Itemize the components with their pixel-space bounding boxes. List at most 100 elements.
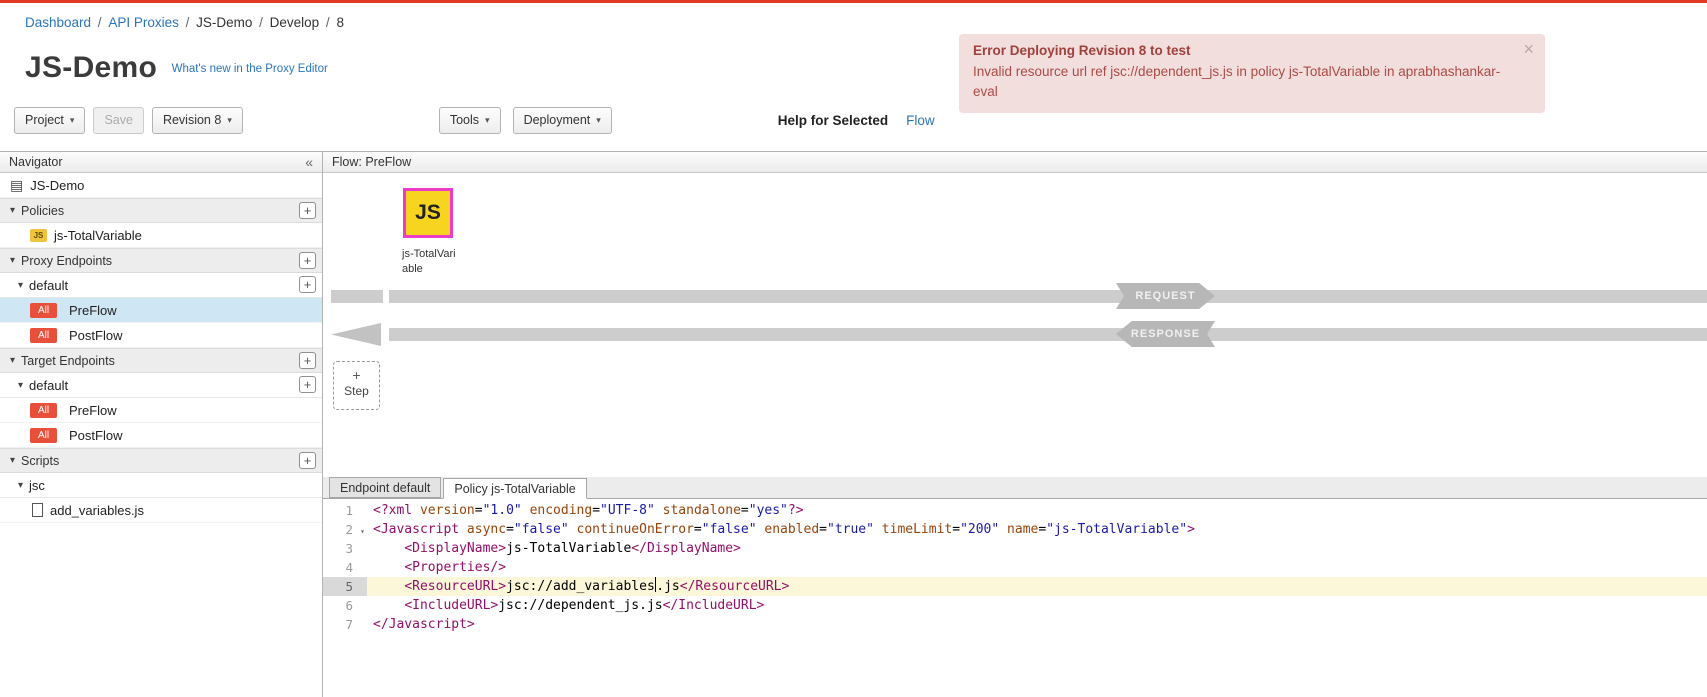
code-token [569, 522, 577, 537]
line-number: 5 [323, 577, 367, 596]
sidebar-item-label: PreFlow [69, 403, 117, 418]
sidebar-item-postflow-6[interactable]: AllPostFlow [0, 323, 322, 348]
breadcrumb-item-dashboard[interactable]: Dashboard [25, 15, 91, 30]
code-token: = [741, 503, 749, 518]
code-line-content: <ResourceURL>jsc://add_variables.js</Res… [367, 577, 1707, 596]
line-number: 7 [323, 615, 367, 634]
deployment-menu-button[interactable]: Deployment ▾ [513, 107, 612, 134]
sidebar-item-label: PostFlow [69, 428, 122, 443]
breadcrumb-item-api-proxies[interactable]: API Proxies [108, 15, 179, 30]
code-token: "UTF-8" [600, 503, 655, 518]
policy-node-js-totalvariable[interactable]: JS [403, 188, 453, 238]
code-token [412, 503, 420, 518]
save-button[interactable]: Save [93, 107, 144, 134]
code-token [373, 579, 404, 594]
sidebar-item-proxy-endpoints-3[interactable]: ▾ Proxy Endpoints + [0, 248, 322, 273]
sidebar-item-label: Proxy Endpoints [21, 254, 112, 268]
sidebar-item-policies-1[interactable]: ▾Policies+ [0, 198, 322, 223]
add-default-button[interactable]: + [299, 376, 316, 393]
code-token: standalone [663, 503, 741, 518]
tab-policy-js-totalvariable[interactable]: Policy js-TotalVariable [443, 478, 586, 499]
flow-header-title: Flow: PreFlow [332, 155, 411, 169]
revision-menu-label: Revision 8 [163, 113, 221, 127]
sidebar-item-label: Policies [21, 204, 64, 218]
code-token: jsc://add_variables [506, 579, 655, 594]
deployment-menu-label: Deployment [524, 113, 591, 127]
code-token [999, 522, 1007, 537]
file-icon [32, 503, 43, 517]
sidebar-item-js-demo-0[interactable]: ▤JS-Demo [0, 173, 322, 198]
code-line-7[interactable]: 7</Javascript> [323, 615, 1707, 634]
code-line-1[interactable]: 1<?xml version="1.0" encoding="UTF-8" st… [323, 501, 1707, 520]
sidebar-item-target-endpoints-7[interactable]: ▾Target Endpoints+ [0, 348, 322, 373]
sidebar-item-default-4[interactable]: ▾default+ [0, 273, 322, 298]
code-line-2[interactable]: 2▾<Javascript async="false" continueOnEr… [323, 520, 1707, 539]
plus-icon: + [334, 369, 379, 382]
add-default-button[interactable]: + [299, 276, 316, 293]
close-icon[interactable]: × [1523, 40, 1534, 58]
project-menu-button[interactable]: Project ▾ [14, 107, 85, 134]
code-token: "200" [960, 522, 999, 537]
code-token: = [1038, 522, 1046, 537]
code-token: </DisplayName> [631, 541, 741, 556]
sidebar-item-preflow-9[interactable]: All PreFlow [0, 398, 322, 423]
code-token: <IncludeURL> [404, 598, 498, 613]
code-token: = [819, 522, 827, 537]
sidebar-item-postflow-10[interactable]: AllPostFlow [0, 423, 322, 448]
response-bar [389, 328, 1707, 341]
all-condition-badge: All [30, 403, 57, 418]
tab-endpoint-default[interactable]: Endpoint default [329, 477, 441, 498]
code-line-4[interactable]: 4 <Properties/> [323, 558, 1707, 577]
sidebar-item-label: jsc [29, 478, 45, 493]
code-token: "false" [702, 522, 757, 537]
breadcrumb-item-8: 8 [336, 15, 344, 30]
disclosure-open-icon: ▾ [10, 455, 15, 466]
policy-node-label: js-TotalVariable [402, 247, 460, 277]
code-token: <ResourceURL> [404, 579, 506, 594]
code-token: "js-TotalVariable" [1046, 522, 1187, 537]
disclosure-open-icon: ▾ [10, 255, 15, 266]
flow-panel: Flow: PreFlow JS js-TotalVariable REQUES… [323, 152, 1707, 697]
code-token: <Properties/> [404, 560, 506, 575]
add-step-button[interactable]: + Step [333, 361, 380, 410]
code-line-6[interactable]: 6 <IncludeURL>jsc://dependent_js.js</Inc… [323, 596, 1707, 615]
caret-down-icon: ▾ [227, 115, 232, 126]
collapse-sidebar-icon[interactable]: « [305, 154, 313, 170]
sidebar-item-add-variables-js-13[interactable]: add_variables.js [0, 498, 322, 523]
code-token: "false" [514, 522, 569, 537]
code-token: ?> [788, 503, 804, 518]
code-token: enabled [764, 522, 819, 537]
response-arrow-icon [331, 323, 381, 346]
sidebar-item-jsc-12[interactable]: ▾jsc [0, 473, 322, 498]
code-token: async [467, 522, 506, 537]
sidebar-item-js-totalvariable-2[interactable]: JSjs-TotalVariable [0, 223, 322, 248]
tools-menu-label: Tools [450, 113, 479, 127]
sidebar-item-preflow-5[interactable]: AllPreFlow [0, 298, 322, 323]
flow-help-link[interactable]: Flow [906, 113, 935, 128]
sidebar-item-label: add_variables.js [50, 503, 144, 518]
revision-menu-button[interactable]: Revision 8 ▾ [152, 107, 243, 134]
add-target-endpoints-button[interactable]: + [299, 352, 316, 369]
caret-down-icon: ▾ [70, 115, 75, 126]
help-for-selected-label: Help for Selected [778, 113, 888, 128]
add-proxy-endpoints-button[interactable]: + [299, 252, 316, 269]
sidebar-item-scripts-11[interactable]: ▾Scripts+ [0, 448, 322, 473]
code-token [522, 503, 530, 518]
code-line-content: <IncludeURL>jsc://dependent_js.js</Inclu… [373, 596, 1707, 615]
add-scripts-button[interactable]: + [299, 452, 316, 469]
add-policies-button[interactable]: + [299, 202, 316, 219]
code-line-3[interactable]: 3 <DisplayName>js-TotalVariable</Display… [323, 539, 1707, 558]
all-condition-badge: All [30, 303, 57, 318]
sidebar-item-label: Target Endpoints [21, 354, 115, 368]
code-token: version [420, 503, 475, 518]
code-editor[interactable]: 1<?xml version="1.0" encoding="UTF-8" st… [323, 499, 1707, 697]
page-title: JS-Demo [25, 51, 157, 85]
whats-new-link[interactable]: What's new in the Proxy Editor [172, 63, 328, 75]
tools-menu-button[interactable]: Tools ▾ [439, 107, 501, 134]
code-token: name [1007, 522, 1038, 537]
code-line-5[interactable]: 5 <ResourceURL>jsc://add_variables.js</R… [323, 577, 1707, 596]
navigator-title: Navigator [9, 155, 63, 169]
code-token [874, 522, 882, 537]
sidebar-item-default-8[interactable]: ▾default+ [0, 373, 322, 398]
sidebar-item-label: default [29, 378, 68, 393]
